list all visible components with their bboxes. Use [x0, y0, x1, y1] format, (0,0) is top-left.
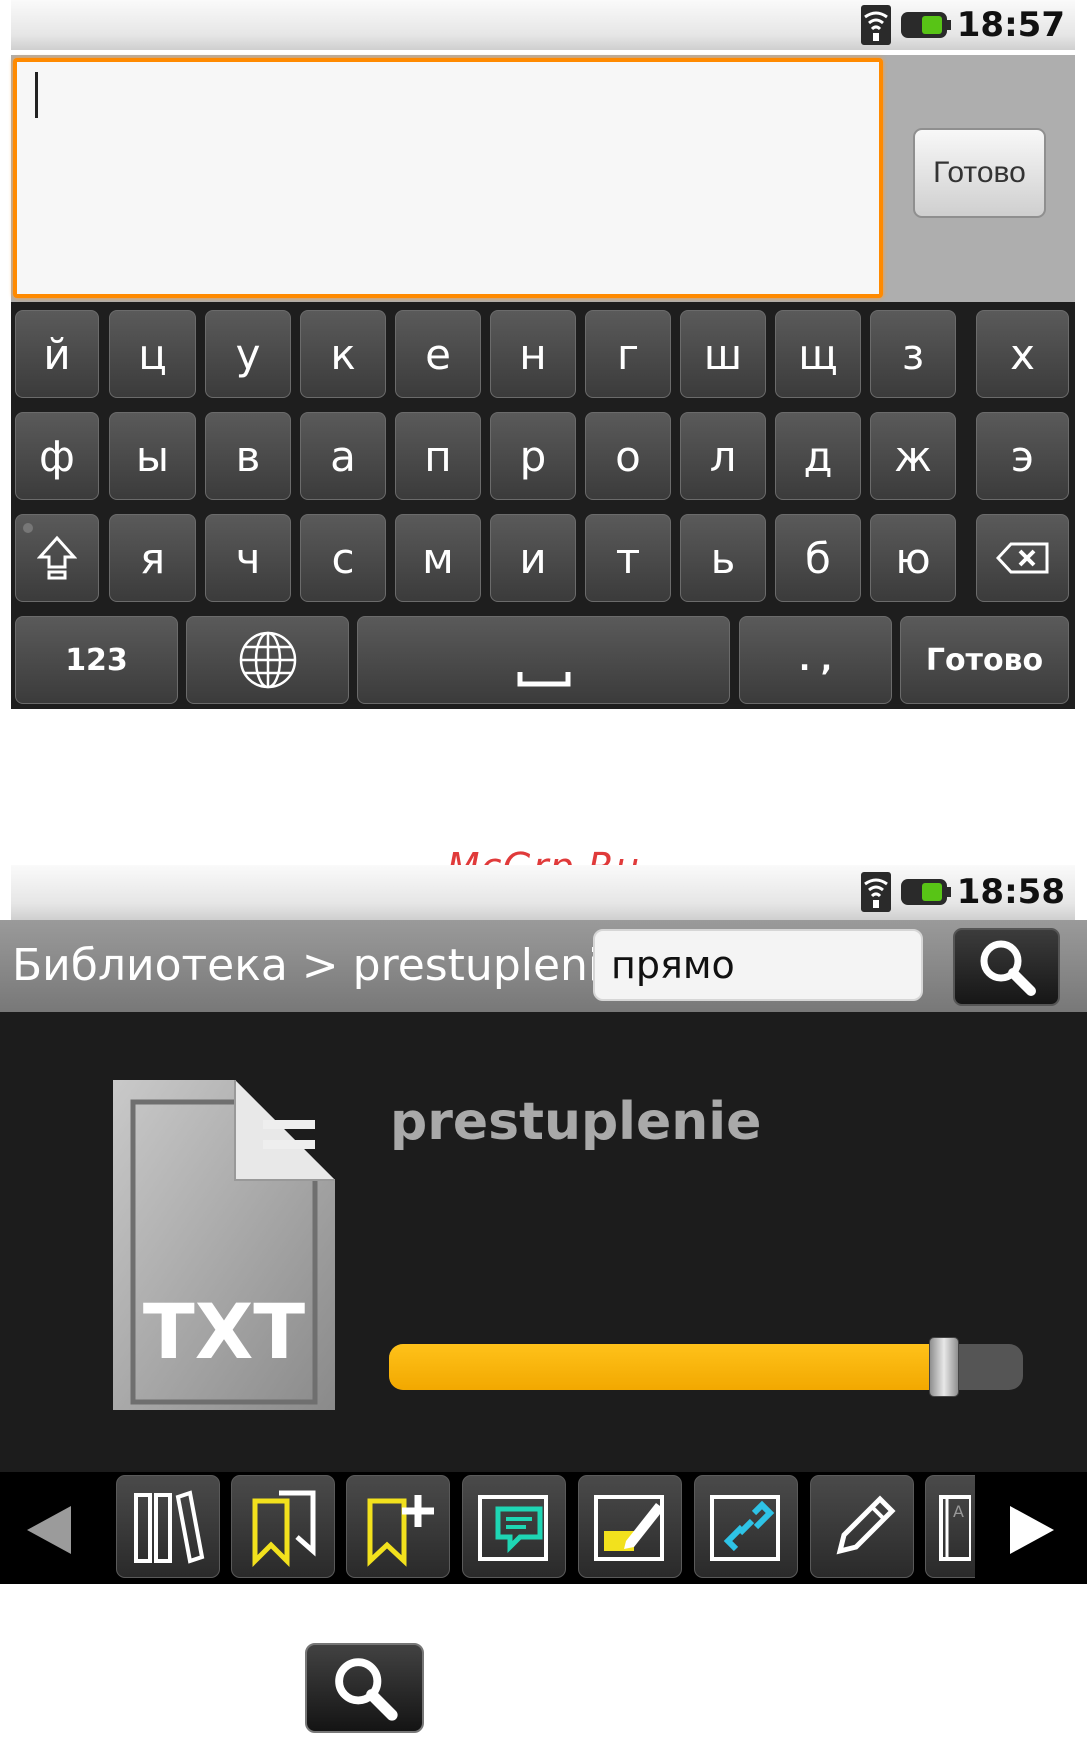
reading-progress-fill [389, 1344, 947, 1390]
key-letter[interactable]: а [300, 412, 386, 500]
search-icon [334, 1658, 398, 1721]
scroll-right-arrow-icon[interactable] [1010, 1506, 1054, 1554]
dictionary-icon: A [938, 1494, 971, 1561]
space-icon [517, 672, 570, 687]
link-icon [710, 1494, 780, 1561]
key-letter[interactable]: п [395, 412, 481, 500]
key-letter[interactable]: е [395, 310, 481, 398]
search-input[interactable]: прямо [593, 929, 923, 1001]
key-letter[interactable]: л [680, 412, 766, 500]
key-letter[interactable]: р [490, 412, 576, 500]
keyboard-done-key[interactable]: Готово [900, 616, 1069, 704]
key-letter[interactable]: д [775, 412, 861, 500]
edit-button[interactable] [810, 1475, 914, 1578]
search-button-large[interactable] [305, 1643, 424, 1733]
key-letter[interactable]: в [205, 412, 291, 500]
bookmarks-icon [252, 1490, 316, 1567]
key-letter[interactable]: т [585, 514, 671, 602]
txt-file-icon[interactable]: TXT [113, 1080, 335, 1410]
text-cursor [35, 72, 38, 118]
caps-indicator [23, 523, 33, 533]
status-time: 18:57 [956, 5, 1065, 45]
shift-icon [37, 535, 77, 580]
key-letter[interactable]: н [490, 310, 576, 398]
pencil-icon [836, 1494, 896, 1554]
space-key[interactable] [357, 616, 730, 704]
highlight-button[interactable] [578, 1475, 682, 1578]
numbers-key[interactable]: 123 [15, 616, 178, 704]
scroll-left-arrow-icon[interactable] [27, 1506, 71, 1554]
breadcrumb[interactable]: Библиотека > prestuplenie [12, 940, 627, 991]
key-letter[interactable]: ш [680, 310, 766, 398]
key-letter[interactable]: ь [680, 514, 766, 602]
key-letter[interactable]: м [395, 514, 481, 602]
status-time: 18:58 [956, 872, 1065, 912]
key-letter[interactable]: я [109, 514, 196, 602]
reading-progress-bar [389, 1344, 1023, 1390]
done-button[interactable]: Готово [913, 128, 1046, 218]
file-format-label: TXT [143, 1287, 305, 1376]
text-input-field[interactable] [13, 58, 883, 298]
wifi-icon [860, 5, 891, 45]
key-letter[interactable]: ц [109, 310, 196, 398]
library-header: Библиотека > prestuplenie прямо [0, 920, 1087, 1012]
add-bookmark-button[interactable] [346, 1475, 450, 1578]
backspace-icon [995, 542, 1048, 574]
key-letter[interactable]: х [976, 310, 1069, 398]
library-icon [134, 1489, 205, 1564]
key-letter[interactable]: ю [870, 514, 956, 602]
language-key[interactable] [186, 616, 349, 704]
key-letter[interactable]: к [300, 310, 386, 398]
key-letter[interactable]: и [490, 514, 576, 602]
link-button[interactable] [694, 1475, 798, 1578]
book-details: TXT prestuplenie [0, 1012, 1087, 1472]
shift-key[interactable] [15, 514, 99, 602]
status-bar: 18:57 [11, 0, 1075, 50]
key-letter[interactable]: ф [15, 412, 99, 500]
bottom-toolbar: A [0, 1472, 1087, 1584]
add-bookmark-icon [367, 1494, 434, 1567]
status-bar-2: 18:58 [11, 865, 1075, 920]
key-letter[interactable]: щ [775, 310, 861, 398]
library-button[interactable] [116, 1475, 220, 1578]
key-letter[interactable]: г [585, 310, 671, 398]
key-letter[interactable]: ч [205, 514, 291, 602]
search-button[interactable] [953, 928, 1060, 1006]
onscreen-keyboard: й ц у к е н г ш щ з х ф ы в а п р о л д … [11, 302, 1075, 709]
progress-slider-handle[interactable] [929, 1337, 959, 1397]
battery-icon [900, 12, 951, 38]
wifi-icon [860, 872, 891, 912]
key-letter[interactable]: ы [109, 412, 196, 500]
svg-text:A: A [953, 1502, 964, 1521]
key-letter[interactable]: с [300, 514, 386, 602]
status-icons-2: 18:58 [860, 871, 1065, 913]
globe-icon [239, 631, 296, 689]
highlight-icon [594, 1494, 664, 1561]
status-icons: 18:57 [860, 4, 1065, 46]
comment-icon [478, 1494, 548, 1561]
text-edit-area: Готово [11, 55, 1075, 302]
battery-icon [900, 879, 951, 905]
key-letter[interactable]: й [15, 310, 99, 398]
comment-button[interactable] [462, 1475, 566, 1578]
key-letter[interactable]: у [205, 310, 291, 398]
backspace-key[interactable] [976, 514, 1069, 602]
dictionary-button[interactable]: A [925, 1475, 975, 1578]
key-letter[interactable]: ж [870, 412, 956, 500]
book-title: prestuplenie [390, 1092, 762, 1152]
bookmarks-button[interactable] [231, 1475, 335, 1578]
search-icon [980, 940, 1036, 996]
key-letter[interactable]: б [775, 514, 861, 602]
key-letter[interactable]: э [976, 412, 1069, 500]
key-letter[interactable]: з [870, 310, 956, 398]
key-letter[interactable]: о [585, 412, 671, 500]
punctuation-key[interactable]: . , [739, 616, 892, 704]
